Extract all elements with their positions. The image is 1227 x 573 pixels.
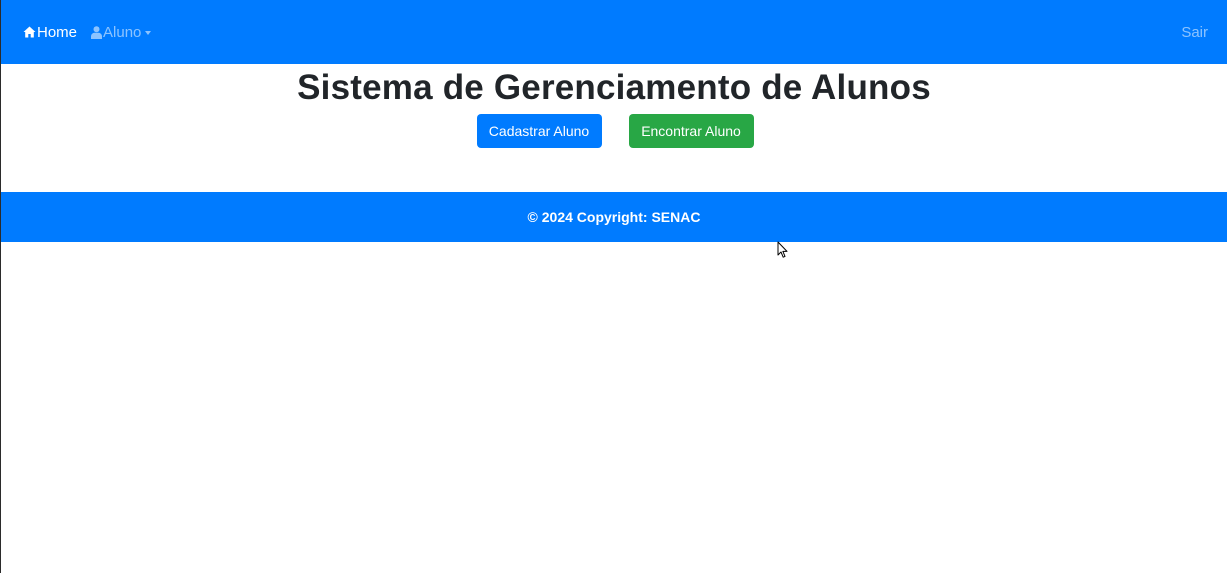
app-window: Home Aluno Sair Sistema de Gerenciamento… [0,0,1227,573]
nav-home-link[interactable]: Home [23,24,77,41]
home-icon [23,26,36,38]
footer-copyright: © 2024 Copyright: SENAC [527,209,701,225]
user-icon [91,25,103,39]
cadastrar-aluno-button[interactable]: Cadastrar Aluno [476,114,602,148]
chevron-down-icon [145,31,152,35]
nav-sair-link[interactable]: Sair [1181,24,1208,41]
action-buttons: Cadastrar Aluno Encontrar Aluno [1,114,1227,148]
nav-aluno-label: Aluno [103,23,142,41]
page-title: Sistema de Gerenciamento de Alunos [297,68,931,107]
nav-home-label: Home [37,23,78,41]
footer: © 2024 Copyright: SENAC [1,192,1227,242]
nav-aluno-dropdown[interactable]: Aluno [91,23,152,41]
navbar: Home Aluno Sair [1,0,1227,64]
mouse-cursor-icon [777,241,789,264]
encontrar-aluno-button[interactable]: Encontrar Aluno [628,114,754,148]
